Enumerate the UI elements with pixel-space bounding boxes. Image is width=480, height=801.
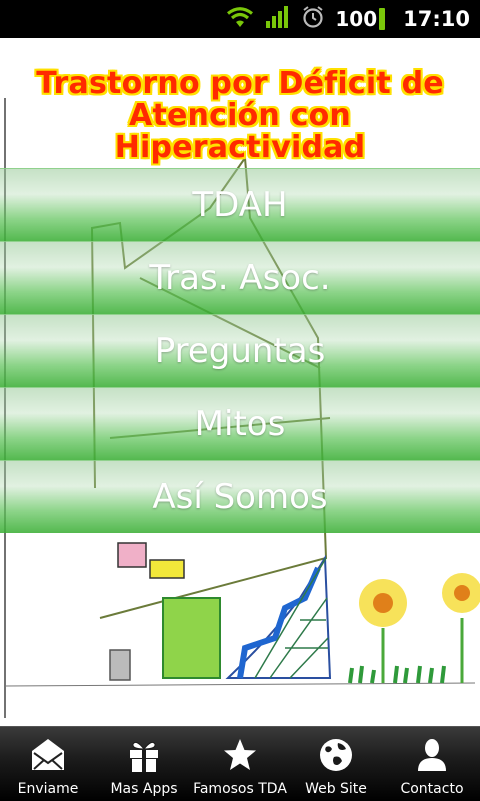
- bottom-tab-bar: Enviame Mas Apps Famosos TDA Web Site Co…: [0, 726, 480, 801]
- tab-web-site[interactable]: Web Site: [288, 727, 384, 801]
- title-line-2: Atención con Hiperactividad: [114, 98, 366, 165]
- clock: 17:10: [403, 7, 470, 31]
- gift-icon: [124, 735, 164, 775]
- main-menu: TDAH Tras. Asoc. Preguntas Mitos Así Som…: [0, 168, 480, 533]
- globe-icon: [316, 735, 356, 775]
- battery-icon: [379, 8, 386, 30]
- battery-indicator: 100: [335, 7, 386, 31]
- star-icon: [220, 735, 260, 775]
- status-bar: 100 17:10: [0, 0, 480, 38]
- tab-label: Web Site: [305, 781, 367, 797]
- menu-item-tras-asoc[interactable]: Tras. Asoc.: [0, 241, 480, 314]
- signal-icon: [265, 5, 291, 33]
- page-title: Trastorno por Déficit de Atención con Hi…: [0, 68, 480, 164]
- wifi-icon: [225, 5, 255, 33]
- battery-level: 100: [335, 7, 378, 31]
- tab-enviame[interactable]: Enviame: [0, 727, 96, 801]
- tab-label: Mas Apps: [110, 781, 178, 797]
- title-line-1: Trastorno por Déficit de: [36, 66, 444, 101]
- menu-item-asi-somos[interactable]: Así Somos: [0, 460, 480, 533]
- tab-label: Contacto: [400, 781, 464, 797]
- alarm-icon: [301, 5, 325, 33]
- tab-contacto[interactable]: Contacto: [384, 727, 480, 801]
- tab-famosos-tda[interactable]: Famosos TDA: [192, 727, 288, 801]
- envelope-icon: [28, 735, 68, 775]
- menu-item-mitos[interactable]: Mitos: [0, 387, 480, 460]
- menu-item-preguntas[interactable]: Preguntas: [0, 314, 480, 387]
- menu-item-tdah[interactable]: TDAH: [0, 168, 480, 241]
- tab-label: Famosos TDA: [193, 781, 287, 797]
- tab-mas-apps[interactable]: Mas Apps: [96, 727, 192, 801]
- tab-label: Enviame: [17, 781, 79, 797]
- person-icon: [412, 735, 452, 775]
